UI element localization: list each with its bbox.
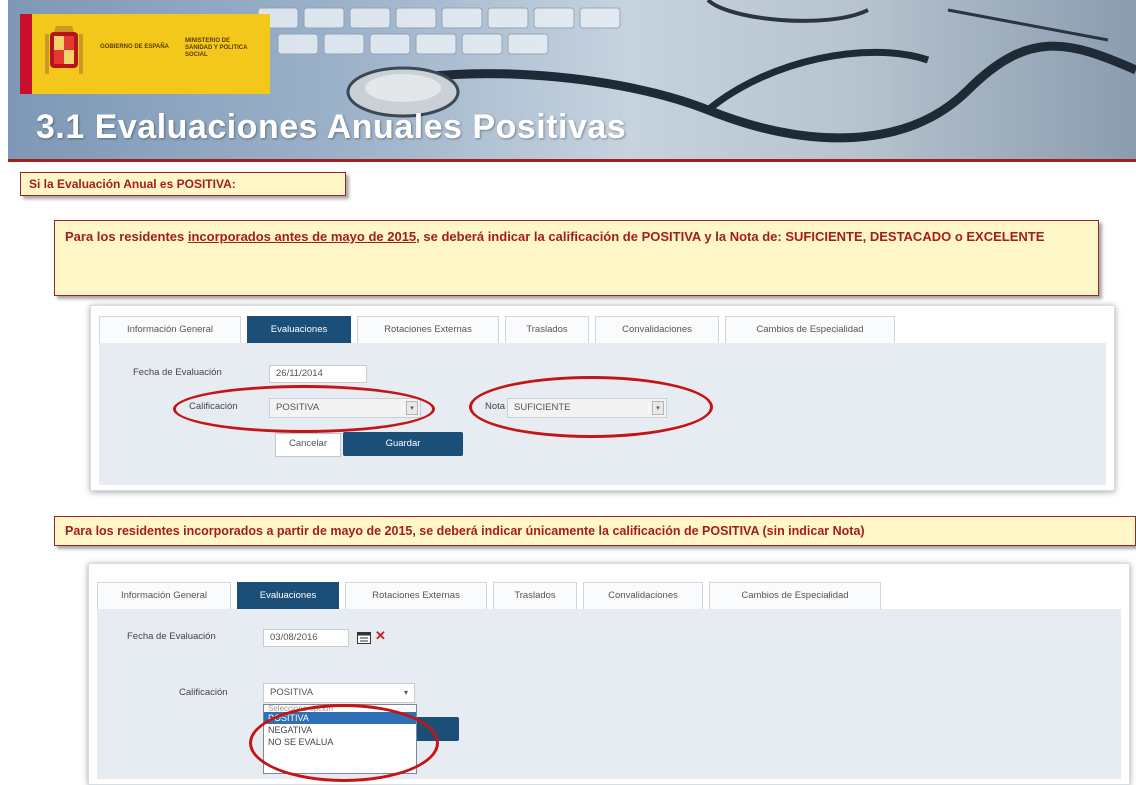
tab-cambios-de-especialidad[interactable]: Cambios de Especialidad	[709, 582, 881, 609]
tab-traslados[interactable]: Traslados	[493, 582, 577, 609]
tab-content: Fecha de Evaluación 03/08/2016 ✕ Calific…	[97, 609, 1121, 779]
page-title: 3.1 Evaluaciones Anuales Positivas	[36, 108, 627, 146]
tab-informacion-general[interactable]: Información General	[99, 316, 241, 343]
callout-positive-heading: Si la Evaluación Anual es POSITIVA:	[20, 172, 346, 196]
tab-informacion-general[interactable]: Información General	[97, 582, 231, 609]
callout-before-may-2015: Para los residentes incorporados antes d…	[54, 220, 1099, 296]
callout-after-may-2015: Para los residentes incorporados a parti…	[54, 516, 1136, 546]
tab-convalidaciones[interactable]: Convalidaciones	[595, 316, 719, 343]
evaluation-form-2: Información General Evaluaciones Rotacio…	[88, 563, 1130, 785]
highlight-ellipse-options	[249, 704, 439, 782]
coat-of-arms-icon	[45, 26, 83, 74]
tab-evaluaciones[interactable]: Evaluaciones	[237, 582, 339, 609]
banner-divider	[8, 159, 1136, 162]
cancel-button[interactable]: Cancelar	[275, 433, 341, 457]
logo-government-text: GOBIERNO DE ESPAÑA	[100, 44, 169, 50]
callout-before-text-end: , se deberá indicar la calificación de P…	[416, 229, 1045, 244]
tab-convalidaciones[interactable]: Convalidaciones	[583, 582, 703, 609]
government-logo: GOBIERNO DE ESPAÑA MINISTERIO DE SANIDAD…	[20, 14, 270, 94]
header-banner: GOBIERNO DE ESPAÑA MINISTERIO DE SANIDAD…	[8, 0, 1136, 160]
evaluation-form-1: Información General Evaluaciones Rotacio…	[90, 305, 1115, 491]
highlight-ellipse-calificacion	[173, 385, 435, 433]
calificacion-select[interactable]: POSITIVA ▾	[263, 683, 415, 703]
logo-ministry-text: MINISTERIO DE SANIDAD Y POLITICA SOCIAL	[185, 38, 248, 58]
callout-before-underlined: incorporados antes de mayo de 2015	[187, 229, 417, 244]
calificacion-value: POSITIVA	[270, 687, 314, 698]
tab-evaluaciones[interactable]: Evaluaciones	[247, 316, 351, 343]
calificacion-label: Calificación	[179, 687, 228, 698]
tab-traslados[interactable]: Traslados	[505, 316, 589, 343]
tab-cambios-de-especialidad[interactable]: Cambios de Especialidad	[725, 316, 895, 343]
fecha-evaluacion-label: Fecha de Evaluación	[133, 367, 222, 378]
highlight-ellipse-nota	[469, 376, 713, 438]
callout-before-text-start: Para los residentes	[65, 229, 188, 244]
fecha-evaluacion-field[interactable]: 26/11/2014	[269, 365, 367, 383]
calendar-icon[interactable]	[357, 631, 371, 644]
chevron-down-icon: ▾	[403, 688, 408, 697]
tab-rotaciones-externas[interactable]: Rotaciones Externas	[357, 316, 499, 343]
save-button[interactable]: Guardar	[343, 432, 463, 456]
clear-x-icon[interactable]: ✕	[375, 628, 386, 644]
tab-rotaciones-externas[interactable]: Rotaciones Externas	[345, 582, 487, 609]
fecha-evaluacion-field[interactable]: 03/08/2016	[263, 629, 349, 647]
fecha-evaluacion-label: Fecha de Evaluación	[127, 631, 216, 642]
